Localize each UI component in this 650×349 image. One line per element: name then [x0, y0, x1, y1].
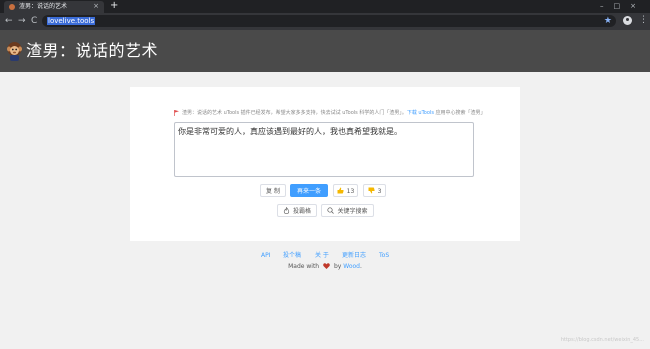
submit-label: 投霸格: [292, 208, 311, 215]
flag-icon: [174, 110, 179, 116]
announcement-tail: 应用中心搜索「渣男」: [433, 110, 486, 116]
window-controls[interactable]: –□×: [600, 1, 646, 11]
browser-menu-icon[interactable]: ⋮: [639, 15, 648, 25]
forward-arrow-icon[interactable]: →: [18, 16, 26, 26]
site-header: 渣男：说话的艺术: [0, 30, 650, 72]
search-icon: [327, 207, 335, 214]
author-link[interactable]: Wood: [343, 263, 360, 270]
site-favicon-icon: [9, 4, 15, 10]
site-title: 渣男：说话的艺术: [26, 41, 159, 60]
monkey-logo-icon: [7, 42, 22, 61]
dislike-button[interactable]: 3: [363, 184, 386, 197]
quote-text: 你是非常可爱的人，真应该遇到最好的人，我也真希望我就是。: [178, 127, 402, 136]
made-with-prefix: Made with: [288, 263, 320, 270]
new-tab-button[interactable]: +: [110, 1, 118, 11]
bookmark-star-icon[interactable]: ★: [604, 15, 612, 27]
submit-button[interactable]: 投霸格: [277, 204, 317, 217]
footer-link-tos[interactable]: ToS: [379, 251, 389, 261]
like-button[interactable]: 13: [333, 184, 358, 197]
address-bar[interactable]: lovelive.tools ★: [42, 15, 616, 27]
browser-toolbar: ← → C lovelive.tools ★ ⋮: [0, 13, 650, 30]
fire-icon: [283, 207, 290, 214]
thumbs-up-icon: [337, 187, 344, 194]
heart-icon: [323, 262, 330, 269]
announcement-text: 渣男：说话的艺术 uTools 插件已经发布，希望大家多多支持，快去试试 uTo…: [182, 110, 407, 116]
url-text[interactable]: lovelive.tools: [47, 17, 96, 25]
footer-link-changelog[interactable]: 更新日志: [342, 251, 366, 261]
keyword-search-button[interactable]: 关键字搜索: [321, 204, 374, 217]
main-card: 渣男：说话的艺术 uTools 插件已经发布，希望大家多多支持，快去试试 uTo…: [130, 87, 520, 241]
footer-link-about[interactable]: 关 于: [315, 251, 329, 261]
footer-nav: API 投个稿 关 于 更新日志 ToS: [0, 251, 650, 261]
thumbs-down-icon: [368, 187, 375, 194]
next-quote-button[interactable]: 再来一条: [290, 184, 328, 197]
footer-link-api[interactable]: API: [261, 251, 271, 261]
quote-display: 你是非常可爱的人，真应该遇到最好的人，我也真希望我就是。: [174, 122, 474, 177]
profile-avatar-icon[interactable]: [623, 16, 632, 25]
back-arrow-icon[interactable]: ←: [5, 16, 13, 26]
copy-button[interactable]: 复 制: [260, 184, 286, 197]
download-utools-link[interactable]: 下载 uTools: [407, 110, 434, 116]
tab-title: 渣男：说话的艺术: [19, 3, 68, 10]
browser-tab-bar: 渣男：说话的艺术 × + –□×: [0, 0, 650, 13]
watermark: https://blog.csdn.net/weixin_45...: [560, 337, 644, 343]
keyword-search-label: 关键字搜索: [337, 208, 368, 215]
made-with-credit: Made with by Wood.: [288, 262, 362, 270]
made-with-by: by: [333, 263, 342, 270]
dislike-count: 3: [377, 188, 382, 195]
tab-close-icon[interactable]: ×: [93, 2, 99, 11]
footer-link-submit[interactable]: 投个稿: [283, 251, 301, 261]
announcement-banner: 渣男：说话的艺术 uTools 插件已经发布，希望大家多多支持，快去试试 uTo…: [174, 108, 504, 118]
browser-tab[interactable]: 渣男：说话的艺术 ×: [4, 1, 104, 13]
reload-icon[interactable]: C: [31, 16, 37, 26]
like-count: 13: [346, 188, 355, 195]
